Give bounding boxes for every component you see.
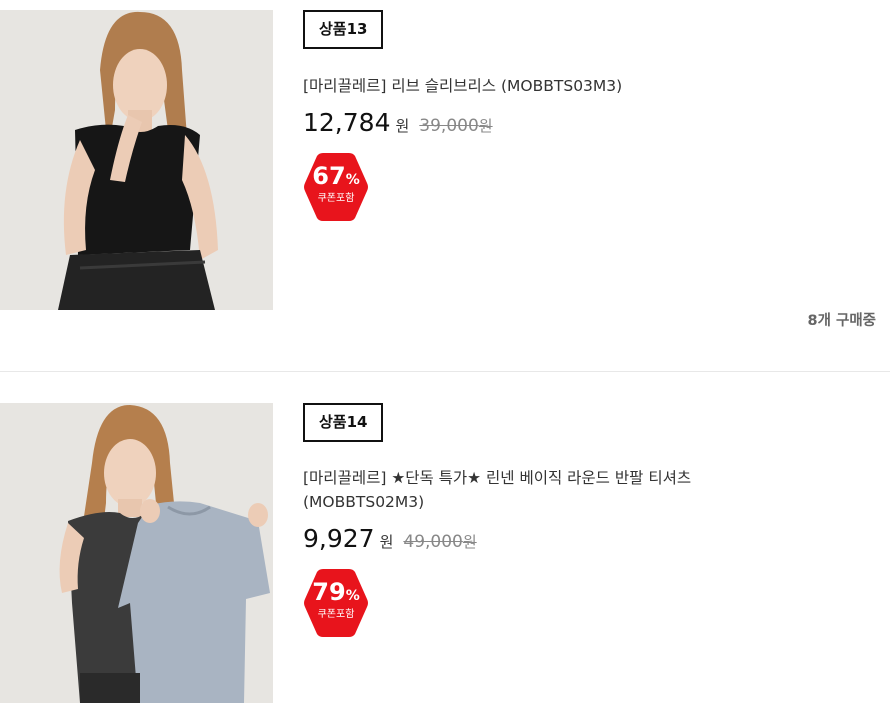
- original-price-unit: 원: [462, 533, 477, 551]
- product-info: 상품14 [마리끌레르] ★단독 특가★ 린넨 베이직 라운드 반팔 티셔츠 (…: [303, 403, 876, 639]
- discount-unit: %: [345, 588, 360, 604]
- product-image[interactable]: [0, 403, 273, 703]
- original-price-value: 39,000: [419, 116, 479, 136]
- product-image[interactable]: [0, 10, 273, 310]
- discount-badge: 79% 쿠폰포함: [303, 567, 369, 639]
- product-title[interactable]: [마리끌레르] ★단독 특가★ 린넨 베이직 라운드 반팔 티셔츠 (MOBBT…: [303, 466, 743, 514]
- product-rank-badge: 상품14: [303, 403, 384, 442]
- discount-badge: 67% 쿠폰포함: [303, 151, 369, 223]
- original-price: 49,000원: [403, 531, 476, 552]
- product-title[interactable]: [마리끌레르] 리브 슬리브리스 (MOBBTS03M3): [303, 74, 743, 98]
- original-price: 39,000원: [419, 115, 492, 136]
- original-price-unit: 원: [478, 117, 493, 135]
- sale-price: 12,784: [303, 108, 391, 137]
- product-photo-black-sleeveless: [0, 10, 273, 310]
- discount-value: 67: [312, 162, 346, 190]
- price-row: 9,927 원 49,000원: [303, 524, 876, 553]
- discount-note: 쿠폰포함: [317, 193, 355, 204]
- product-info: 상품13 [마리끌레르] 리브 슬리브리스 (MOBBTS03M3) 12,78…: [303, 10, 876, 223]
- product-photo-linen-tshirt: [0, 403, 273, 703]
- product-card[interactable]: 상품13 [마리끌레르] 리브 슬리브리스 (MOBBTS03M3) 12,78…: [0, 0, 890, 372]
- sale-price-unit: 원: [379, 533, 394, 551]
- discount-value: 79: [312, 578, 346, 606]
- price-row: 12,784 원 39,000원: [303, 108, 876, 137]
- product-rank-badge: 상품13: [303, 10, 384, 49]
- discount-unit: %: [345, 172, 360, 188]
- buyer-count: 8개 구매중: [807, 313, 877, 329]
- sale-price-unit: 원: [395, 117, 410, 135]
- discount-note: 쿠폰포함: [317, 609, 355, 620]
- product-card[interactable]: 상품14 [마리끌레르] ★단독 특가★ 린넨 베이직 라운드 반팔 티셔츠 (…: [0, 372, 890, 703]
- sale-price: 9,927: [303, 524, 375, 553]
- original-price-value: 49,000: [403, 532, 463, 552]
